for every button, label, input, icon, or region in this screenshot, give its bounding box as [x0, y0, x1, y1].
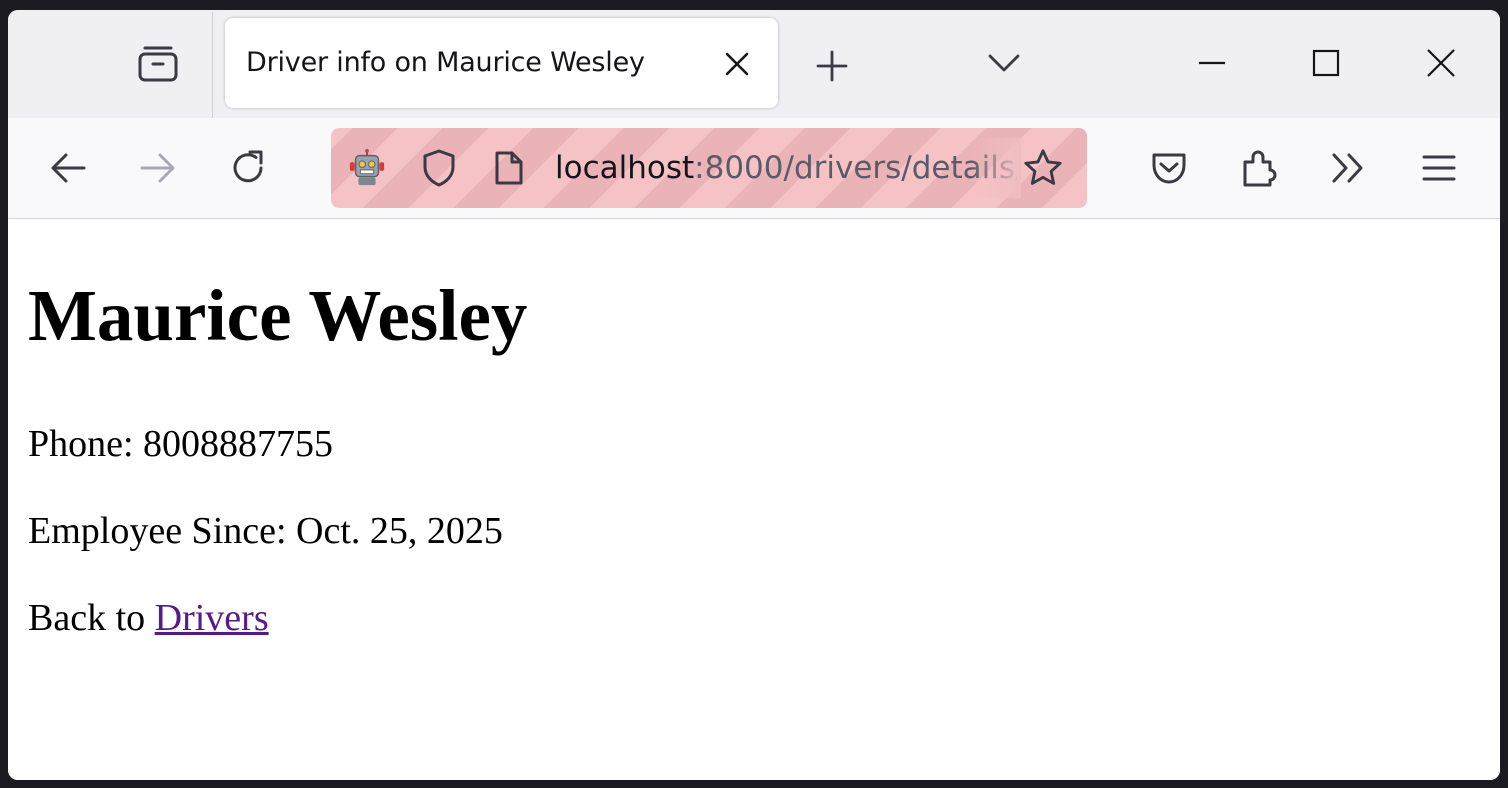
reload-icon[interactable] [226, 146, 270, 190]
browser-window: Driver info on Maurice Wesley localhost:… [8, 10, 1500, 780]
tab-strip: Driver info on Maurice Wesley [8, 10, 1500, 118]
arrow-right-icon [136, 146, 180, 190]
driver-name-heading: Maurice Wesley [28, 275, 528, 356]
hamburger-icon[interactable] [1417, 146, 1461, 190]
chevron-down-icon[interactable] [982, 46, 1026, 80]
close-icon[interactable] [722, 49, 752, 79]
tab-active[interactable]: Driver info on Maurice Wesley [225, 18, 778, 108]
minimize-icon[interactable] [1192, 46, 1232, 80]
puzzle-icon[interactable] [1237, 146, 1281, 190]
robot-icon[interactable] [347, 148, 387, 188]
maximize-icon[interactable] [1306, 46, 1346, 80]
back-prefix: Back to [28, 597, 155, 639]
navigation-toolbar: localhost:8000/drivers/details/ [8, 118, 1500, 219]
star-icon[interactable] [1023, 148, 1063, 188]
url-path: :8000/drivers/details/ [694, 150, 1017, 186]
url-text[interactable]: localhost:8000/drivers/details/ [555, 150, 1017, 186]
tab-divider [212, 12, 213, 118]
tab-groups-icon[interactable] [134, 40, 182, 88]
tab-title: Driver info on Maurice Wesley [246, 47, 645, 78]
pocket-icon[interactable] [1147, 146, 1191, 190]
url-fade [971, 138, 1021, 198]
page-content: Maurice Wesley Phone: 8008887755 Employe… [8, 219, 1500, 780]
url-host: localhost [555, 150, 695, 186]
close-icon[interactable] [1421, 46, 1461, 80]
back-line: Back to Drivers [28, 599, 269, 637]
url-bar[interactable]: localhost:8000/drivers/details/ [331, 128, 1087, 208]
shield-icon[interactable] [419, 148, 459, 188]
arrow-left-icon[interactable] [46, 146, 90, 190]
page-icon[interactable] [489, 148, 529, 188]
phone-text: Phone: 8008887755 [28, 423, 334, 465]
drivers-link[interactable]: Drivers [155, 597, 269, 639]
employee-since-text: Employee Since: Oct. 25, 2025 [28, 510, 503, 552]
chevrons-right-icon[interactable] [1326, 146, 1370, 190]
plus-icon[interactable] [810, 46, 854, 86]
